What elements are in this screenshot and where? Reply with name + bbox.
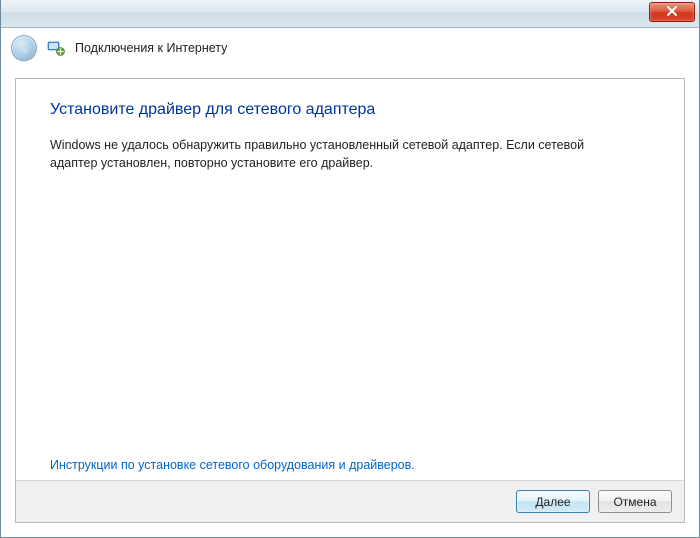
content-outer: Установите драйвер для сетевого адаптера…: [1, 68, 699, 537]
arrow-left-icon: [17, 40, 31, 57]
page-body-text: Windows не удалось обнаружить правильно …: [50, 137, 610, 172]
page-heading: Установите драйвер для сетевого адаптера: [50, 101, 650, 119]
close-icon: [666, 5, 678, 20]
next-button[interactable]: Далее: [516, 490, 590, 513]
button-bar: Далее Отмена: [16, 480, 684, 522]
help-link[interactable]: Инструкции по установке сетевого оборудо…: [50, 458, 650, 472]
spacer: [50, 172, 650, 458]
cancel-button[interactable]: Отмена: [598, 490, 672, 513]
back-button[interactable]: [11, 35, 37, 61]
navbar: Подключения к Интернету: [1, 28, 699, 68]
wizard-title: Подключения к Интернету: [75, 41, 227, 55]
wizard-window: Подключения к Интернету Установите драйв…: [0, 0, 700, 538]
close-button[interactable]: [649, 2, 695, 22]
network-wizard-icon: [47, 39, 65, 57]
content-panel: Установите драйвер для сетевого адаптера…: [15, 78, 685, 523]
titlebar: [1, 0, 699, 28]
